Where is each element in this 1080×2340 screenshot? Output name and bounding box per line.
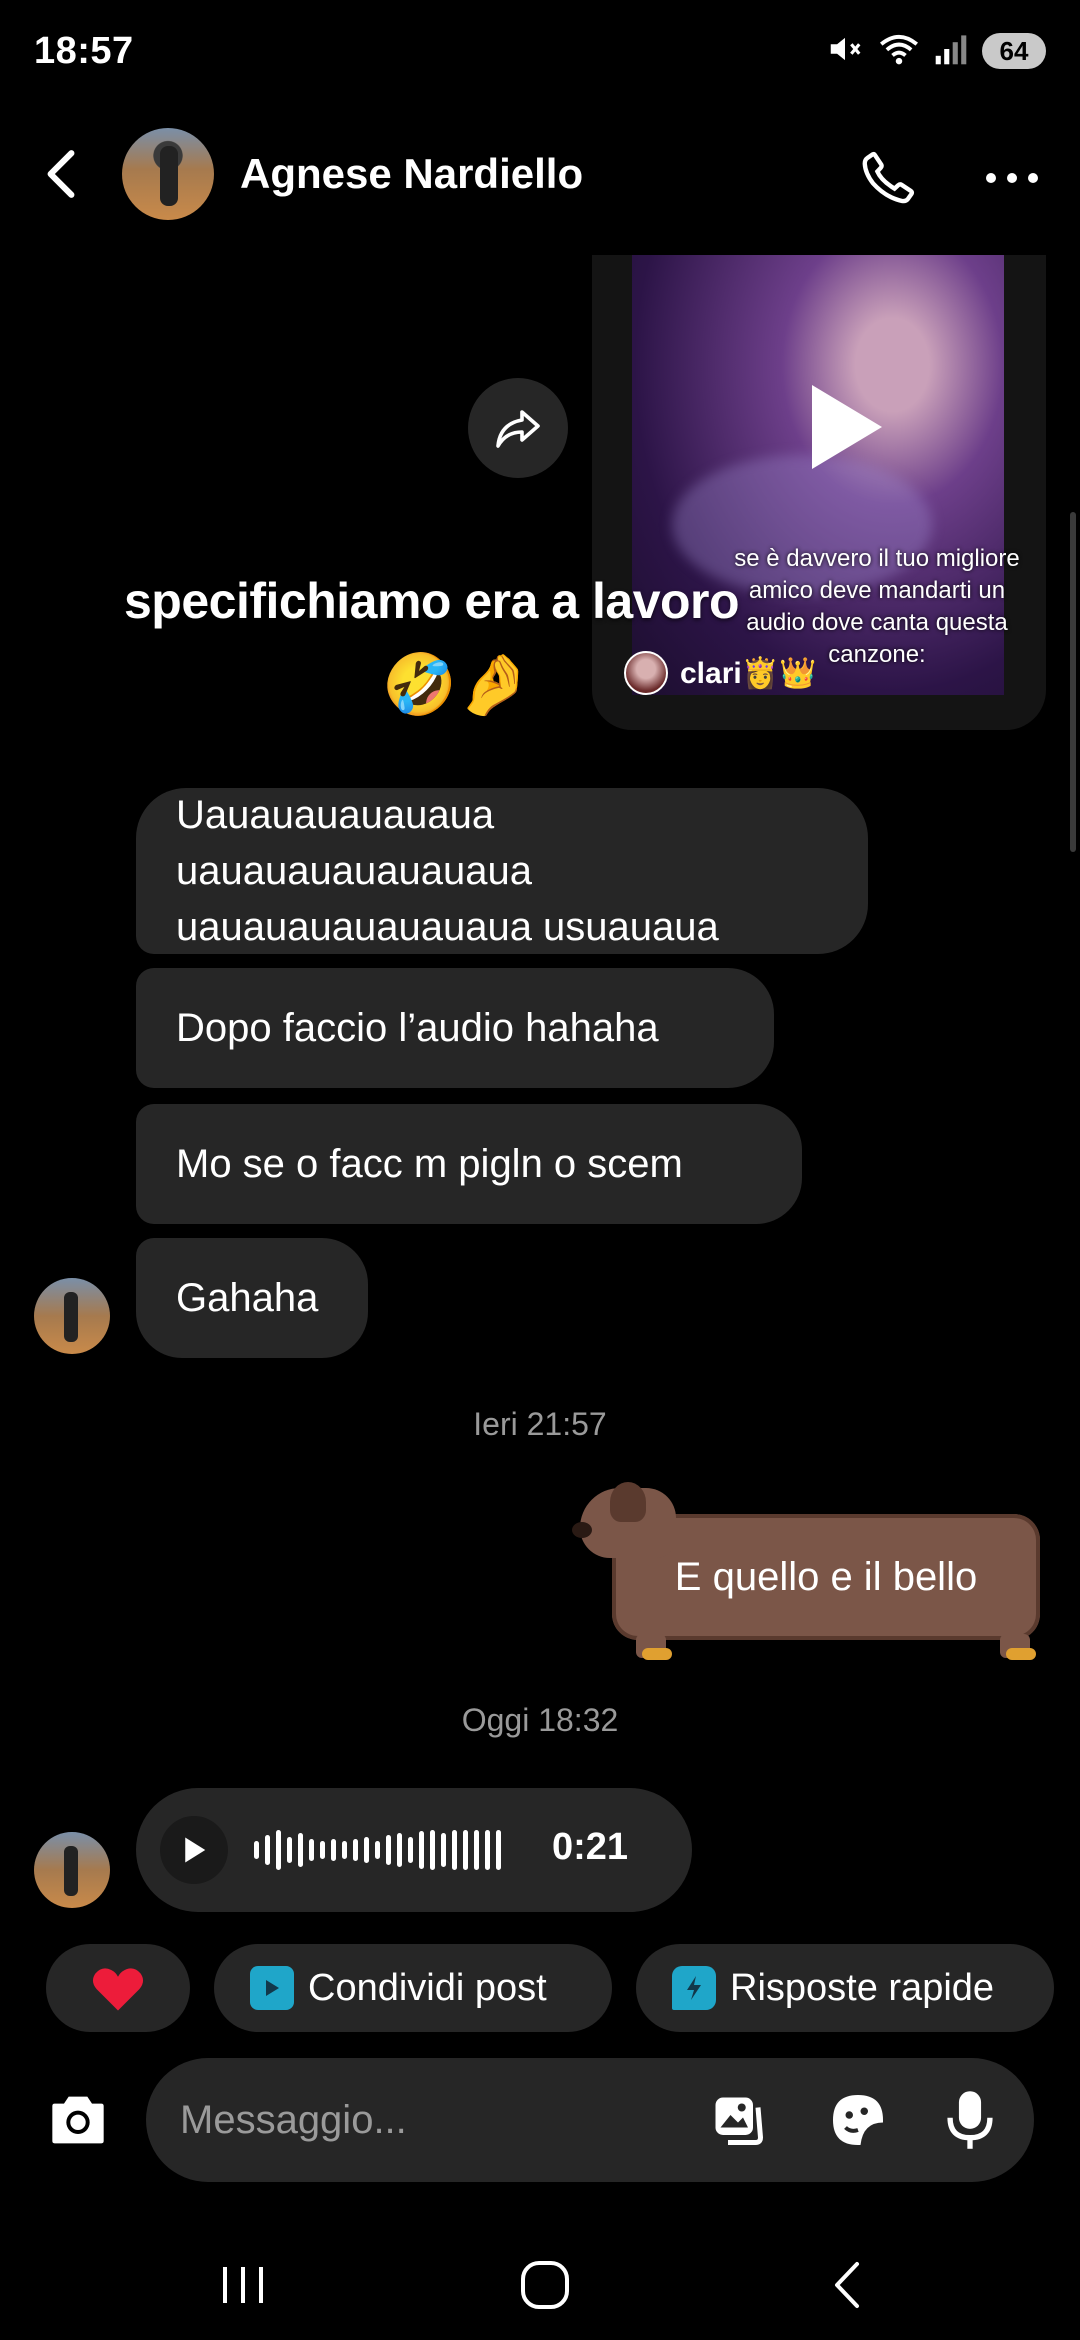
status-bar: 18:57 64	[0, 0, 1080, 100]
message-text: uauauauauauauaua usuauaua	[176, 905, 719, 949]
dog-head-icon	[572, 1482, 676, 1558]
post-author-avatar	[624, 651, 668, 695]
message-text: Dopo faccio l’audio hahaha	[176, 1006, 659, 1050]
mute-icon	[826, 30, 864, 73]
message-bubble[interactable]: Dopo faccio l’audio hahaha	[136, 968, 774, 1088]
message-input[interactable]	[180, 2092, 680, 2148]
sticker-text: E quello e il bello	[612, 1514, 1040, 1640]
voice-duration: 0:21	[552, 1826, 629, 1868]
play-icon[interactable]	[812, 385, 882, 469]
message-bubble[interactable]: Gahaha	[136, 1238, 368, 1358]
post-author-name: clari👸👑	[680, 656, 817, 690]
quick-replies-label: Risposte rapide	[730, 1966, 995, 2009]
voice-message[interactable]: 0:21	[136, 1788, 692, 1912]
share-post-label: Condividi post	[308, 1966, 547, 2009]
reply-overlay-emoji: 🤣🤌	[382, 651, 532, 718]
home-icon[interactable]	[500, 2250, 590, 2320]
forward-button[interactable]	[468, 378, 568, 478]
sticker-message[interactable]: E quello e il bello	[572, 1482, 1050, 1660]
sticker-icon[interactable]	[826, 2088, 890, 2152]
message-composer	[146, 2058, 1034, 2182]
voice-play-button[interactable]	[160, 1816, 228, 1884]
lightning-chat-icon	[672, 1966, 716, 2010]
battery-indicator: 64	[982, 33, 1046, 69]
contact-avatar[interactable]	[122, 128, 214, 220]
shared-post-card[interactable]: se è davvero il tuo migliore amico deve …	[592, 255, 1046, 730]
message-text: Mo se o facc m pigln o scem	[176, 1142, 683, 1186]
phone-call-button[interactable]	[856, 146, 920, 210]
scrollbar[interactable]	[1070, 512, 1076, 852]
dog-foot-icon	[642, 1648, 672, 1660]
message-bubble[interactable]: Mo se o facc m pigln o scem	[136, 1104, 802, 1224]
wifi-icon	[878, 30, 920, 73]
dog-foot-icon	[1006, 1648, 1036, 1660]
heart-reaction-button[interactable]	[46, 1944, 190, 2032]
timestamp: Ieri 21:57	[473, 1406, 607, 1442]
gallery-icon[interactable]	[706, 2088, 770, 2152]
reply-overlay-text: specifichiamo era a lavoro	[124, 573, 740, 629]
post-author[interactable]: clari👸👑	[624, 651, 816, 695]
quick-replies-button[interactable]: Risposte rapide	[636, 1944, 1054, 2032]
status-time: 18:57	[34, 30, 134, 72]
signal-icon	[934, 32, 968, 71]
back-button[interactable]	[36, 144, 86, 204]
sender-avatar[interactable]	[34, 1832, 110, 1908]
voice-waveform[interactable]	[254, 1830, 501, 1870]
share-post-button[interactable]: Condividi post	[214, 1944, 612, 2032]
message-text: Gahaha	[176, 1276, 319, 1320]
status-icons: 64	[826, 28, 1046, 74]
timestamp: Oggi 18:32	[461, 1702, 619, 1738]
contact-name[interactable]: Agnese Nardiello	[240, 150, 583, 198]
recent-apps-icon[interactable]	[198, 2250, 288, 2320]
system-nav-bar	[0, 2220, 1080, 2340]
message-bubble[interactable]: Uauauauauauaua uauauauauauauaua uauauaua…	[136, 788, 868, 954]
play-square-icon	[250, 1966, 294, 2010]
chat-header: Agnese Nardiello	[0, 120, 1080, 230]
back-nav-icon[interactable]	[802, 2250, 892, 2320]
sender-avatar[interactable]	[34, 1278, 110, 1354]
more-options-button[interactable]	[980, 150, 1044, 206]
message-text: Uauauauauauaua uauauauauauauaua	[176, 793, 532, 893]
camera-button[interactable]	[32, 2080, 124, 2160]
microphone-icon[interactable]	[938, 2088, 1002, 2152]
